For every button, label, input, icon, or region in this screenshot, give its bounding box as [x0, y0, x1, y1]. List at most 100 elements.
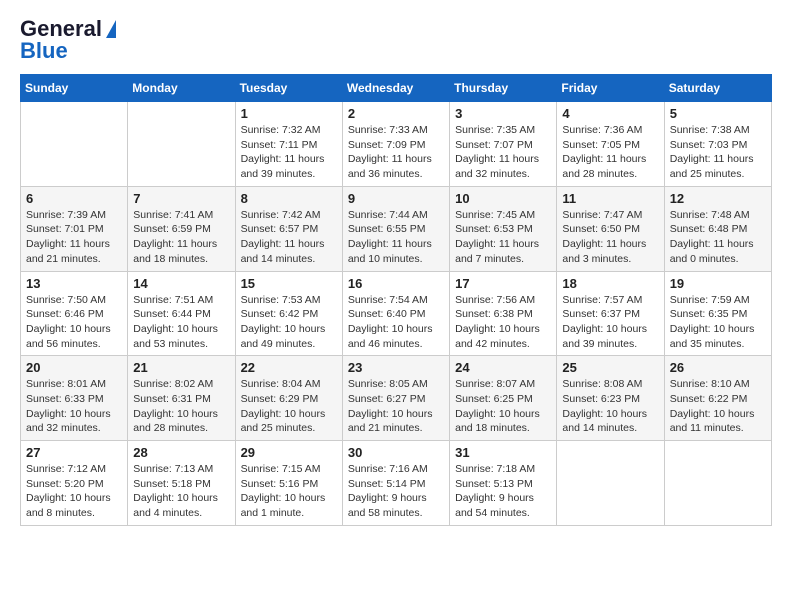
day-info: Sunrise: 7:39 AMSunset: 7:01 PMDaylight:… — [26, 208, 122, 267]
day-number: 14 — [133, 276, 229, 291]
day-cell: 19 Sunrise: 7:59 AMSunset: 6:35 PMDayligh… — [664, 271, 771, 356]
day-cell: 30Sunrise: 7:16 AMSunset: 5:14 PMDayligh… — [342, 441, 449, 526]
day-number: 11 — [562, 191, 658, 206]
day-number: 6 — [26, 191, 122, 206]
day-info: Sunrise: 7:51 AMSunset: 6:44 PMDaylight:… — [133, 293, 229, 352]
day-info: Sunrise: 7:47 AMSunset: 6:50 PMDaylight:… — [562, 208, 658, 267]
day-number: 24 — [455, 360, 551, 375]
day-number: 26 — [670, 360, 766, 375]
day-number: 9 — [348, 191, 444, 206]
day-info: Sunrise: 8:01 AMSunset: 6:33 PMDaylight:… — [26, 377, 122, 436]
day-number: 23 — [348, 360, 444, 375]
day-info: Sunrise: 8:02 AMSunset: 6:31 PMDaylight:… — [133, 377, 229, 436]
day-cell: 8 Sunrise: 7:42 AMSunset: 6:57 PMDaylight… — [235, 186, 342, 271]
day-info: Sunrise: 7:48 AMSunset: 6:48 PMDaylight:… — [670, 208, 766, 267]
day-info: Sunrise: 8:08 AMSunset: 6:23 PMDaylight:… — [562, 377, 658, 436]
day-cell: 31 Sunrise: 7:18 AMSunset: 5:13 PMDayligh… — [450, 441, 557, 526]
day-cell: 27 Sunrise: 7:12 AMSunset: 5:20 PMDayligh… — [21, 441, 128, 526]
day-info: Sunrise: 7:15 AMSunset: 5:16 PMDaylight:… — [241, 462, 337, 521]
day-number: 28 — [133, 445, 229, 460]
day-info: Sunrise: 8:07 AMSunset: 6:25 PMDaylight:… — [455, 377, 551, 436]
day-cell: 13Sunrise: 7:50 AMSunset: 6:46 PMDayligh… — [21, 271, 128, 356]
day-cell: 2Sunrise: 7:33 AMSunset: 7:09 PMDaylight… — [342, 102, 449, 187]
weekday-header-friday: Friday — [557, 75, 664, 102]
day-cell: 11 Sunrise: 7:47 AMSunset: 6:50 PMDayligh… — [557, 186, 664, 271]
day-info: Sunrise: 7:44 AMSunset: 6:55 PMDaylight:… — [348, 208, 444, 267]
day-info: Sunrise: 7:42 AMSunset: 6:57 PMDaylight:… — [241, 208, 337, 267]
day-info: Sunrise: 7:18 AMSunset: 5:13 PMDaylight:… — [455, 462, 551, 521]
day-cell: 9 Sunrise: 7:44 AMSunset: 6:55 PMDaylight… — [342, 186, 449, 271]
day-info: Sunrise: 7:56 AMSunset: 6:38 PMDaylight:… — [455, 293, 551, 352]
day-cell: 15 Sunrise: 7:53 AMSunset: 6:42 PMDayligh… — [235, 271, 342, 356]
day-cell: 23 Sunrise: 8:05 AMSunset: 6:27 PMDayligh… — [342, 356, 449, 441]
day-cell: 28 Sunrise: 7:13 AMSunset: 5:18 PMDayligh… — [128, 441, 235, 526]
day-info: Sunrise: 7:13 AMSunset: 5:18 PMDaylight:… — [133, 462, 229, 521]
calendar-table: SundayMondayTuesdayWednesdayThursdayFrid… — [20, 74, 772, 526]
day-cell: 25 Sunrise: 8:08 AMSunset: 6:23 PMDayligh… — [557, 356, 664, 441]
day-number: 10 — [455, 191, 551, 206]
day-number: 12 — [670, 191, 766, 206]
weekday-header-row: SundayMondayTuesdayWednesdayThursdayFrid… — [21, 75, 772, 102]
day-cell: 29 Sunrise: 7:15 AMSunset: 5:16 PMDayligh… — [235, 441, 342, 526]
day-number: 19 — [670, 276, 766, 291]
day-cell: 5 Sunrise: 7:38 AMSunset: 7:03 PMDaylight… — [664, 102, 771, 187]
week-row-2: 6 Sunrise: 7:39 AMSunset: 7:01 PMDaylight… — [21, 186, 772, 271]
weekday-header-thursday: Thursday — [450, 75, 557, 102]
day-number: 2 — [348, 106, 444, 121]
logo: General Blue — [20, 16, 116, 64]
day-cell: 14 Sunrise: 7:51 AMSunset: 6:44 PMDayligh… — [128, 271, 235, 356]
day-number: 31 — [455, 445, 551, 460]
day-cell — [557, 441, 664, 526]
day-number: 5 — [670, 106, 766, 121]
logo-blue: Blue — [20, 38, 68, 64]
week-row-4: 20Sunrise: 8:01 AMSunset: 6:33 PMDayligh… — [21, 356, 772, 441]
day-cell: 3 Sunrise: 7:35 AMSunset: 7:07 PMDaylight… — [450, 102, 557, 187]
day-number: 4 — [562, 106, 658, 121]
weekday-header-wednesday: Wednesday — [342, 75, 449, 102]
day-number: 3 — [455, 106, 551, 121]
week-row-3: 13Sunrise: 7:50 AMSunset: 6:46 PMDayligh… — [21, 271, 772, 356]
day-number: 22 — [241, 360, 337, 375]
day-info: Sunrise: 7:50 AMSunset: 6:46 PMDaylight:… — [26, 293, 122, 352]
day-cell: 17Sunrise: 7:56 AMSunset: 6:38 PMDayligh… — [450, 271, 557, 356]
day-number: 18 — [562, 276, 658, 291]
day-info: Sunrise: 7:59 AMSunset: 6:35 PMDaylight:… — [670, 293, 766, 352]
day-cell: 6 Sunrise: 7:39 AMSunset: 7:01 PMDaylight… — [21, 186, 128, 271]
day-number: 7 — [133, 191, 229, 206]
day-info: Sunrise: 7:32 AMSunset: 7:11 PMDaylight:… — [241, 123, 337, 182]
day-number: 8 — [241, 191, 337, 206]
day-number: 29 — [241, 445, 337, 460]
weekday-header-saturday: Saturday — [664, 75, 771, 102]
day-number: 15 — [241, 276, 337, 291]
day-cell: 7 Sunrise: 7:41 AMSunset: 6:59 PMDaylight… — [128, 186, 235, 271]
day-number: 16 — [348, 276, 444, 291]
weekday-header-sunday: Sunday — [21, 75, 128, 102]
day-info: Sunrise: 7:35 AMSunset: 7:07 PMDaylight:… — [455, 123, 551, 182]
day-info: Sunrise: 7:54 AMSunset: 6:40 PMDaylight:… — [348, 293, 444, 352]
day-info: Sunrise: 7:41 AMSunset: 6:59 PMDaylight:… — [133, 208, 229, 267]
day-info: Sunrise: 8:05 AMSunset: 6:27 PMDaylight:… — [348, 377, 444, 436]
day-info: Sunrise: 8:10 AMSunset: 6:22 PMDaylight:… — [670, 377, 766, 436]
day-cell: 22 Sunrise: 8:04 AMSunset: 6:29 PMDayligh… — [235, 356, 342, 441]
day-info: Sunrise: 7:12 AMSunset: 5:20 PMDaylight:… — [26, 462, 122, 521]
week-row-1: 1Sunrise: 7:32 AMSunset: 7:11 PMDaylight… — [21, 102, 772, 187]
logo-flag-icon — [106, 20, 116, 38]
weekday-header-monday: Monday — [128, 75, 235, 102]
day-cell — [664, 441, 771, 526]
day-number: 25 — [562, 360, 658, 375]
day-info: Sunrise: 8:04 AMSunset: 6:29 PMDaylight:… — [241, 377, 337, 436]
day-cell: 20Sunrise: 8:01 AMSunset: 6:33 PMDayligh… — [21, 356, 128, 441]
day-number: 27 — [26, 445, 122, 460]
day-cell — [21, 102, 128, 187]
day-cell: 4Sunrise: 7:36 AMSunset: 7:05 PMDaylight… — [557, 102, 664, 187]
day-number: 21 — [133, 360, 229, 375]
day-info: Sunrise: 7:57 AMSunset: 6:37 PMDaylight:… — [562, 293, 658, 352]
day-cell: 16 Sunrise: 7:54 AMSunset: 6:40 PMDayligh… — [342, 271, 449, 356]
day-info: Sunrise: 7:38 AMSunset: 7:03 PMDaylight:… — [670, 123, 766, 182]
day-cell — [128, 102, 235, 187]
week-row-5: 27 Sunrise: 7:12 AMSunset: 5:20 PMDayligh… — [21, 441, 772, 526]
day-info: Sunrise: 7:53 AMSunset: 6:42 PMDaylight:… — [241, 293, 337, 352]
day-info: Sunrise: 7:45 AMSunset: 6:53 PMDaylight:… — [455, 208, 551, 267]
day-cell: 18 Sunrise: 7:57 AMSunset: 6:37 PMDayligh… — [557, 271, 664, 356]
header: General Blue — [20, 16, 772, 64]
